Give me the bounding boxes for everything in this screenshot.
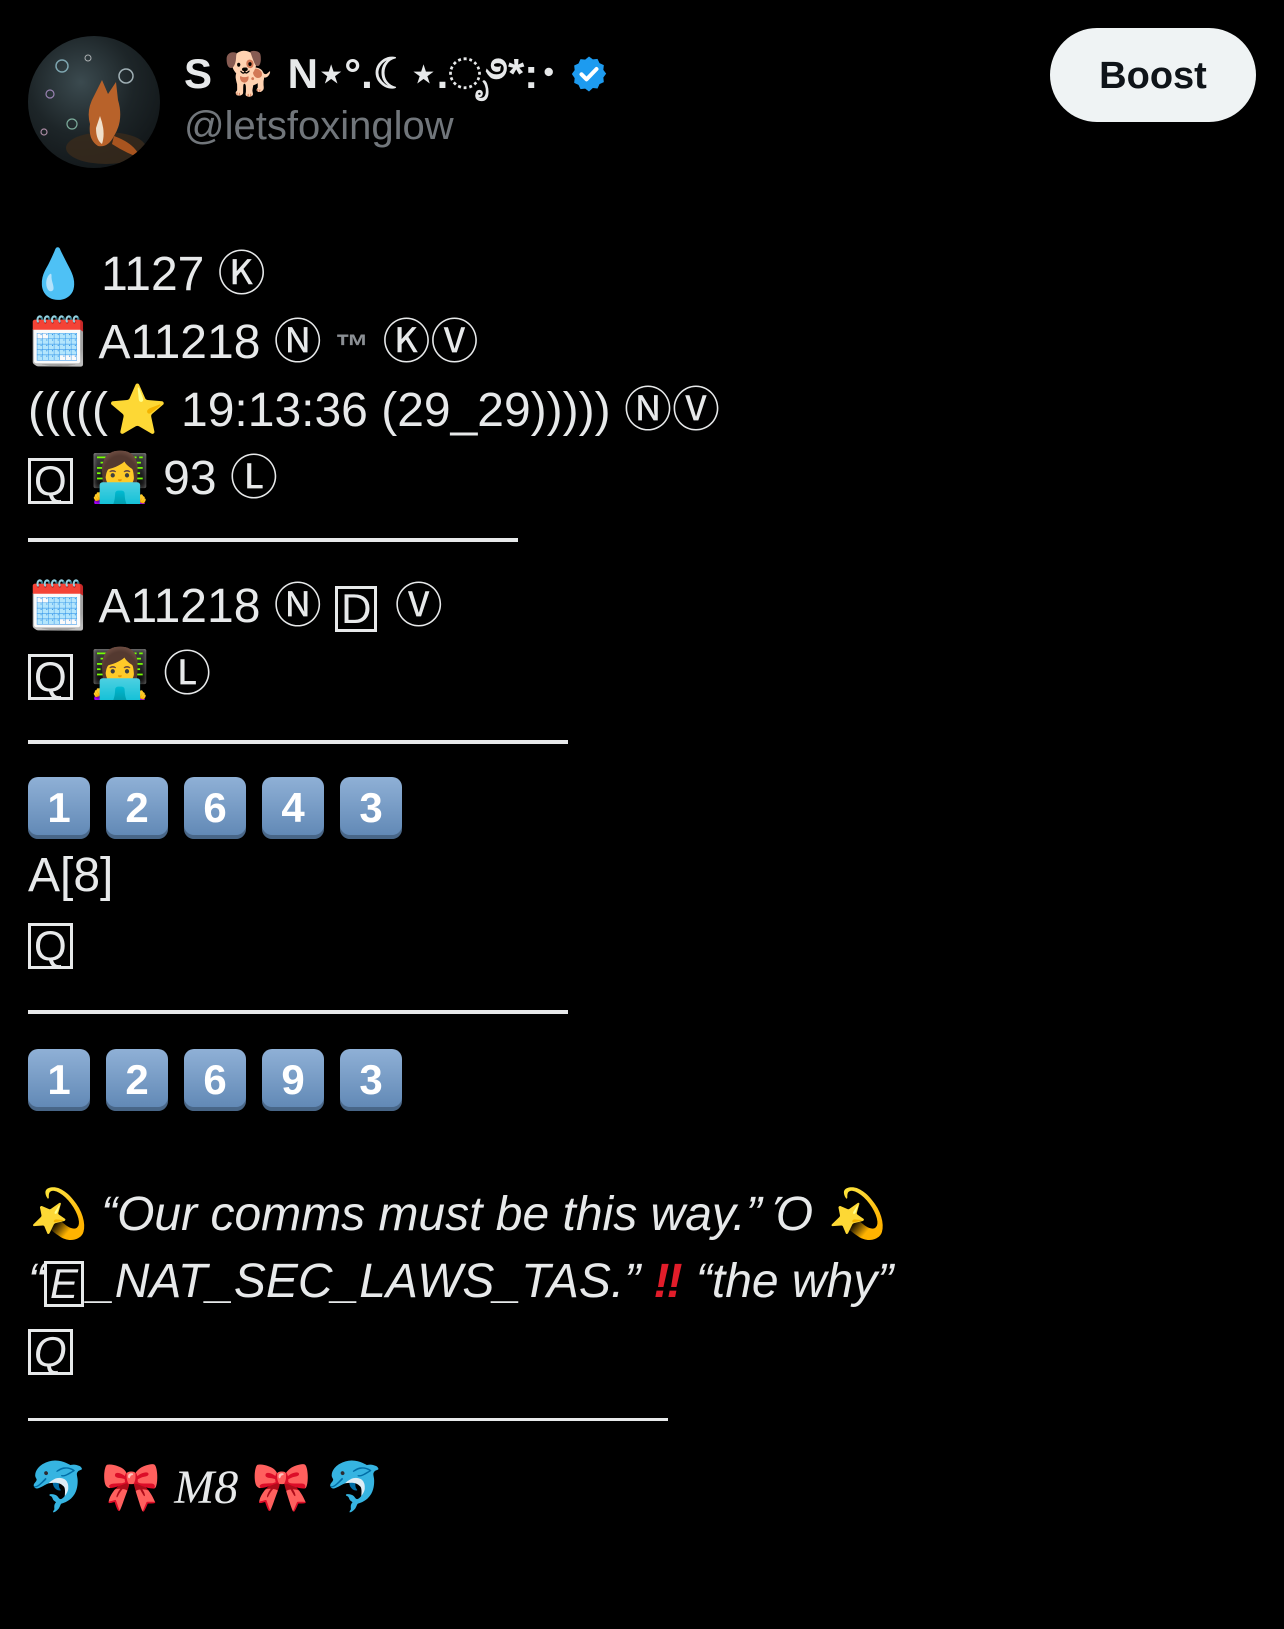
post-text: 93 bbox=[163, 452, 217, 505]
post-line: 💧 1127 Ⓚ bbox=[28, 240, 1256, 308]
avatar[interactable] bbox=[28, 36, 160, 168]
post-text: Ⓝ bbox=[273, 578, 322, 634]
double-exclamation-icon: ‼ bbox=[653, 1255, 683, 1308]
verified-badge-icon bbox=[572, 56, 607, 92]
post-text: ⓃⓋ bbox=[623, 382, 720, 438]
keycap-icon: 3 bbox=[340, 1049, 402, 1111]
post-line: Q bbox=[28, 910, 1256, 978]
post-line: 🐬 🎀 M8 🎀 🐬 bbox=[28, 1449, 1256, 1525]
dolphin-icon: 🐬 bbox=[28, 1459, 88, 1515]
post-text: 1127 bbox=[101, 248, 205, 301]
dizzy-icon: 💫 bbox=[28, 1186, 88, 1242]
keycap-icon: 2 bbox=[106, 777, 168, 839]
ribbon-icon: 🎀 bbox=[251, 1459, 312, 1515]
post-line: 🗓️ A11218 Ⓝ ™ ⓀⓋ bbox=[28, 308, 1256, 376]
post-text: ((((( bbox=[28, 384, 108, 437]
woman-technologist-icon: 👩‍💻 bbox=[90, 450, 150, 506]
woman-technologist-icon: 👩‍💻 bbox=[90, 646, 150, 702]
keycap-icon: 9 bbox=[262, 1049, 324, 1111]
droplet-icon: 💧 bbox=[28, 246, 88, 302]
post-text: Ⓛ bbox=[163, 646, 212, 702]
keycap-icon: 1 bbox=[28, 1049, 90, 1111]
post-text: A[8] bbox=[28, 849, 114, 902]
display-name[interactable]: S 🐕 N⋆°.☾⋆.ೃ࿔*:･ bbox=[184, 50, 609, 98]
keycap-icon: 4 bbox=[262, 777, 324, 839]
post-line: 💫 “Our comms must be this way.” Ό 💫 bbox=[28, 1180, 1256, 1248]
quote-text: _NAT_SEC_LAWS_TAS.” bbox=[88, 1255, 641, 1308]
post-header: S 🐕 N⋆°.☾⋆.ೃ࿔*:･ @letsfoxinglow Boost bbox=[28, 28, 1256, 176]
post-line: “E _NAT_SEC_LAWS_TAS.” ‼ “the why” bbox=[28, 1248, 1256, 1316]
boxed-letter: Q bbox=[28, 458, 73, 505]
dolphin-icon: 🐬 bbox=[324, 1459, 385, 1515]
boxed-letter: E bbox=[43, 1261, 84, 1308]
post-text: Ⓚ bbox=[217, 246, 266, 302]
post-line: (((((⭐ 19:13:36 (29_29))))) ⓃⓋ bbox=[28, 376, 1256, 444]
post-line: A[8] bbox=[28, 842, 1256, 910]
keycap-row: 1 2 6 9 3 bbox=[28, 1046, 1256, 1114]
post-text: 19:13:36 (29_29))))) bbox=[181, 384, 611, 437]
quote-text: “Our comms must be this way.” Ό bbox=[101, 1188, 814, 1241]
star-icon: ⭐ bbox=[107, 382, 168, 438]
keycap-row: 1 2 6 4 3 bbox=[28, 774, 1256, 842]
post-text: Ⓝ bbox=[273, 314, 322, 370]
quote-text: “ bbox=[28, 1255, 44, 1308]
calendar-icon: 🗓️ bbox=[28, 578, 88, 634]
post-line: Q bbox=[28, 1316, 1256, 1384]
keycap-icon: 6 bbox=[184, 777, 246, 839]
post-line: 🗓️ A11218 Ⓝ D Ⓥ bbox=[28, 572, 1256, 640]
post-text: A11218 bbox=[98, 316, 261, 369]
post-line: Q 👩‍💻 93 Ⓛ bbox=[28, 444, 1256, 512]
post-line: Q 👩‍💻 Ⓛ bbox=[28, 640, 1256, 708]
user-handle[interactable]: @letsfoxinglow bbox=[184, 100, 609, 152]
calendar-icon: 🗓️ bbox=[28, 314, 88, 370]
post-text: A11218 bbox=[98, 580, 261, 633]
boxed-letter: Q bbox=[28, 923, 73, 970]
post-body: 💧 1127 Ⓚ 🗓️ A11218 Ⓝ ™ ⓀⓋ (((((⭐ 19:13:3… bbox=[28, 240, 1256, 1525]
quote-text: “the why” bbox=[695, 1255, 894, 1308]
post-text: Ⓥ bbox=[394, 578, 443, 634]
post-text: M8 bbox=[174, 1461, 239, 1514]
dizzy-icon: 💫 bbox=[826, 1186, 887, 1242]
post-text: ⓀⓋ bbox=[382, 314, 479, 370]
boost-button[interactable]: Boost bbox=[1050, 28, 1256, 122]
keycap-icon: 3 bbox=[340, 777, 402, 839]
boxed-letter: Q bbox=[28, 654, 73, 701]
keycap-icon: 2 bbox=[106, 1049, 168, 1111]
boxed-letter: Q bbox=[28, 1329, 73, 1376]
post-text: Ⓛ bbox=[229, 450, 278, 506]
ribbon-icon: 🎀 bbox=[101, 1459, 161, 1515]
keycap-icon: 1 bbox=[28, 777, 90, 839]
trademark-icon: ™ bbox=[335, 328, 370, 366]
keycap-icon: 6 bbox=[184, 1049, 246, 1111]
boxed-letter: D bbox=[335, 586, 378, 633]
